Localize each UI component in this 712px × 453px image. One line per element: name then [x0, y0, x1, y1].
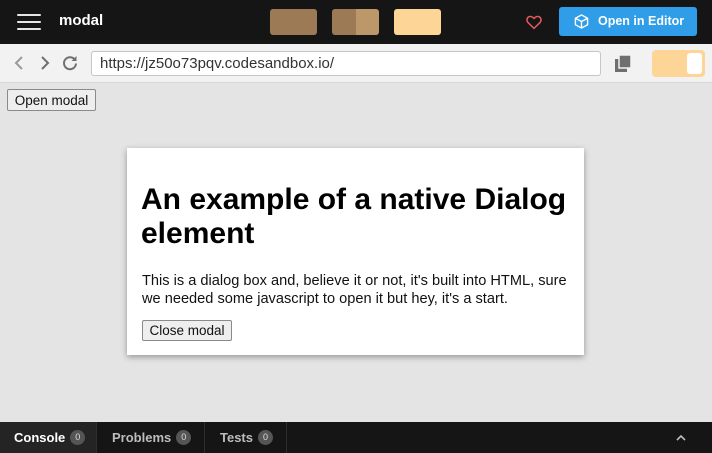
- bottom-panel: Console 0 Problems 0 Tests 0: [0, 422, 712, 453]
- back-icon[interactable]: [11, 54, 29, 72]
- theme-swatch-2[interactable]: [332, 9, 379, 35]
- tests-count-badge: 0: [258, 430, 273, 445]
- preview-toggle[interactable]: [652, 50, 705, 77]
- sandbox-title: modal: [59, 12, 104, 29]
- toggle-knob: [687, 53, 702, 74]
- dialog-heading: An example of a native Dialog element: [141, 183, 567, 250]
- open-in-editor-button[interactable]: Open in Editor: [559, 7, 697, 36]
- native-dialog: An example of a native Dialog element Th…: [127, 148, 584, 355]
- copy-icon[interactable]: [612, 53, 634, 75]
- problems-count-badge: 0: [176, 430, 192, 445]
- close-modal-button[interactable]: Close modal: [142, 320, 232, 341]
- tab-console[interactable]: Console 0: [0, 422, 97, 453]
- chevron-up-icon[interactable]: [674, 431, 688, 445]
- dialog-body-text: This is a dialog box and, believe it or …: [142, 273, 567, 307]
- tab-problems[interactable]: Problems 0: [98, 422, 205, 453]
- tab-console-label: Console: [14, 430, 66, 445]
- address-bar: https://jz50o73pqv.codesandbox.io/: [0, 44, 712, 83]
- theme-swatch-2-left: [332, 9, 356, 35]
- top-bar: modal Open in Editor: [0, 0, 712, 44]
- theme-swatch-3[interactable]: [394, 9, 441, 35]
- tab-tests[interactable]: Tests 0: [205, 422, 287, 453]
- theme-swatch-2-right: [356, 9, 379, 35]
- codesandbox-cube-icon: [574, 14, 589, 29]
- open-in-editor-label: Open in Editor: [598, 14, 685, 28]
- menu-icon[interactable]: [17, 13, 41, 31]
- console-count-badge: 0: [70, 430, 86, 445]
- heart-icon[interactable]: [525, 13, 543, 31]
- theme-swatch-1[interactable]: [270, 9, 317, 35]
- open-modal-button[interactable]: Open modal: [7, 89, 96, 111]
- forward-icon[interactable]: [35, 54, 53, 72]
- reload-icon[interactable]: [61, 54, 79, 72]
- url-input[interactable]: https://jz50o73pqv.codesandbox.io/: [91, 51, 601, 76]
- tab-tests-label: Tests: [220, 430, 253, 445]
- tab-problems-label: Problems: [112, 430, 172, 445]
